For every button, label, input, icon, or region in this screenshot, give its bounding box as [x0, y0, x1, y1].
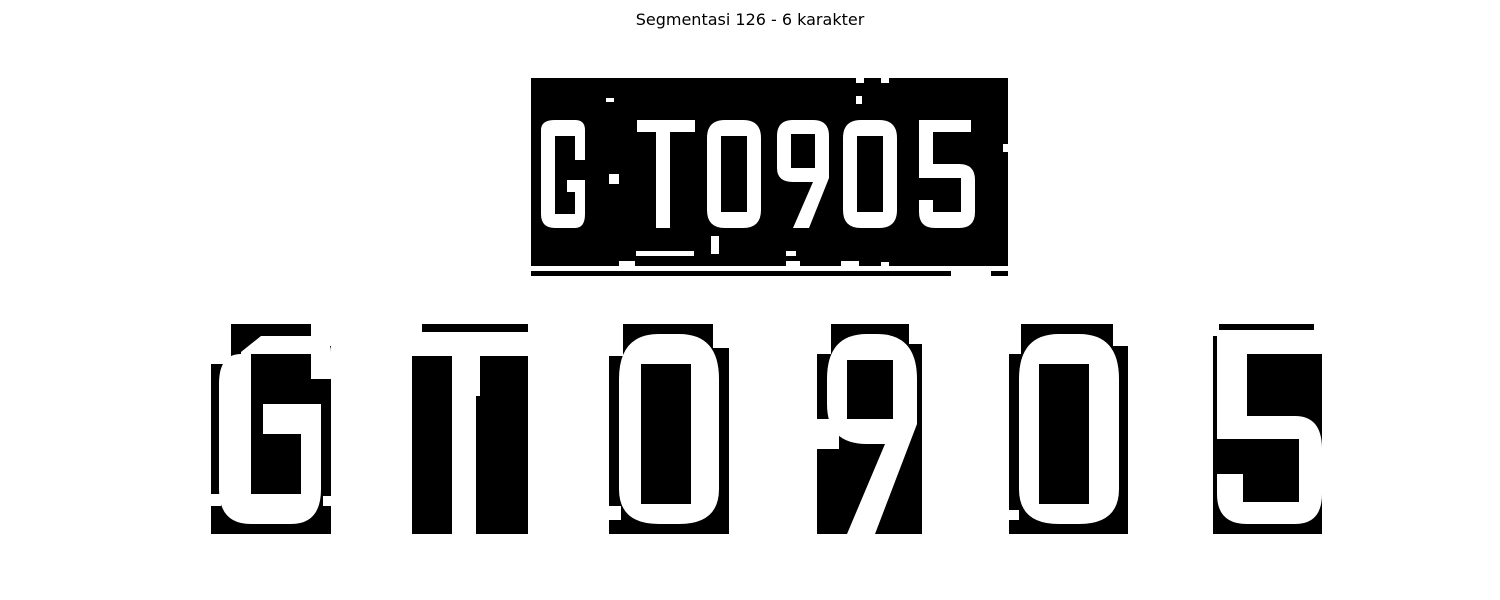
segment-char-2	[412, 324, 528, 534]
segment-char-4	[817, 324, 922, 534]
segment-char-1	[211, 324, 331, 534]
segment-char-5	[1009, 324, 1128, 534]
binarized-plate-image	[531, 78, 1008, 282]
segment-char-3	[609, 324, 729, 534]
figure-title: Segmentasi 126 - 6 karakter	[635, 10, 865, 29]
segment-char-6	[1213, 324, 1322, 534]
